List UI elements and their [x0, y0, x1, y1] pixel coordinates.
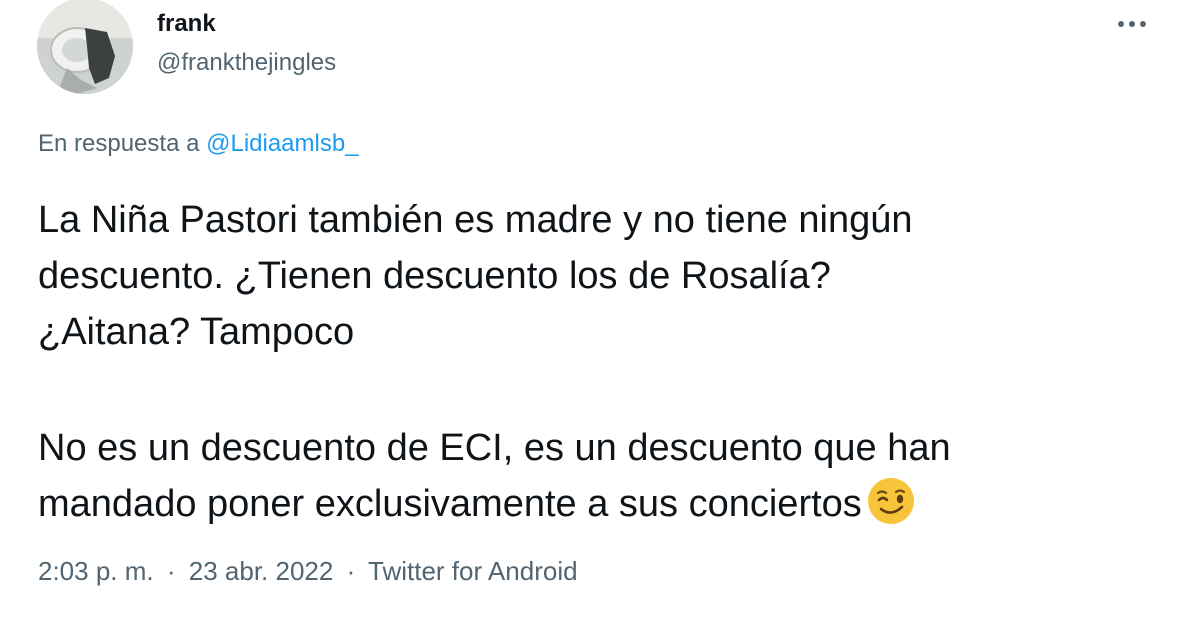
meta-separator: · [166, 556, 176, 586]
meta-separator: · [346, 556, 356, 586]
reply-prefix: En respuesta a [38, 130, 200, 157]
author-display-name[interactable]: frank [157, 8, 216, 40]
tweet-text-line-content: mandado poner exclusivamente a sus conci… [38, 483, 862, 525]
tweet-text-line: No es un descuento de ECI, es un descuen… [38, 427, 951, 469]
tweet-source[interactable]: Twitter for Android [368, 556, 578, 586]
tweet-text: La Niña Pastori también es madre y no ti… [38, 192, 1168, 532]
more-horizontal-icon [1118, 21, 1146, 27]
tweet-time[interactable]: 2:03 p. m. [38, 556, 154, 586]
reply-context: En respuesta a @Lidiaamlsb_ [38, 128, 359, 160]
tweet-text-line: descuento. ¿Tienen descuento los de Rosa… [38, 255, 831, 297]
author-handle[interactable]: @frankthejingles [157, 47, 336, 79]
tweet-date[interactable]: 23 abr. 2022 [189, 556, 334, 586]
more-options-button[interactable] [1108, 8, 1156, 40]
tweet-card: frank @frankthejingles En respuesta a @L… [0, 0, 1200, 617]
tweet-text-line-last: mandado poner exclusivamente a sus conci… [38, 476, 1168, 532]
reply-to-handle-link[interactable]: @Lidiaamlsb_ [206, 130, 358, 157]
winking-face-emoji-icon [867, 478, 914, 524]
tweet-text-line: ¿Aitana? Tampoco [38, 311, 355, 353]
tweet-metadata: 2:03 p. m. · 23 abr. 2022 · Twitter for … [38, 553, 578, 589]
tweet-text-line: La Niña Pastori también es madre y no ti… [38, 199, 913, 241]
avatar-photo-icon [37, 0, 133, 94]
paragraph-break [38, 360, 1168, 420]
avatar[interactable] [37, 0, 133, 94]
